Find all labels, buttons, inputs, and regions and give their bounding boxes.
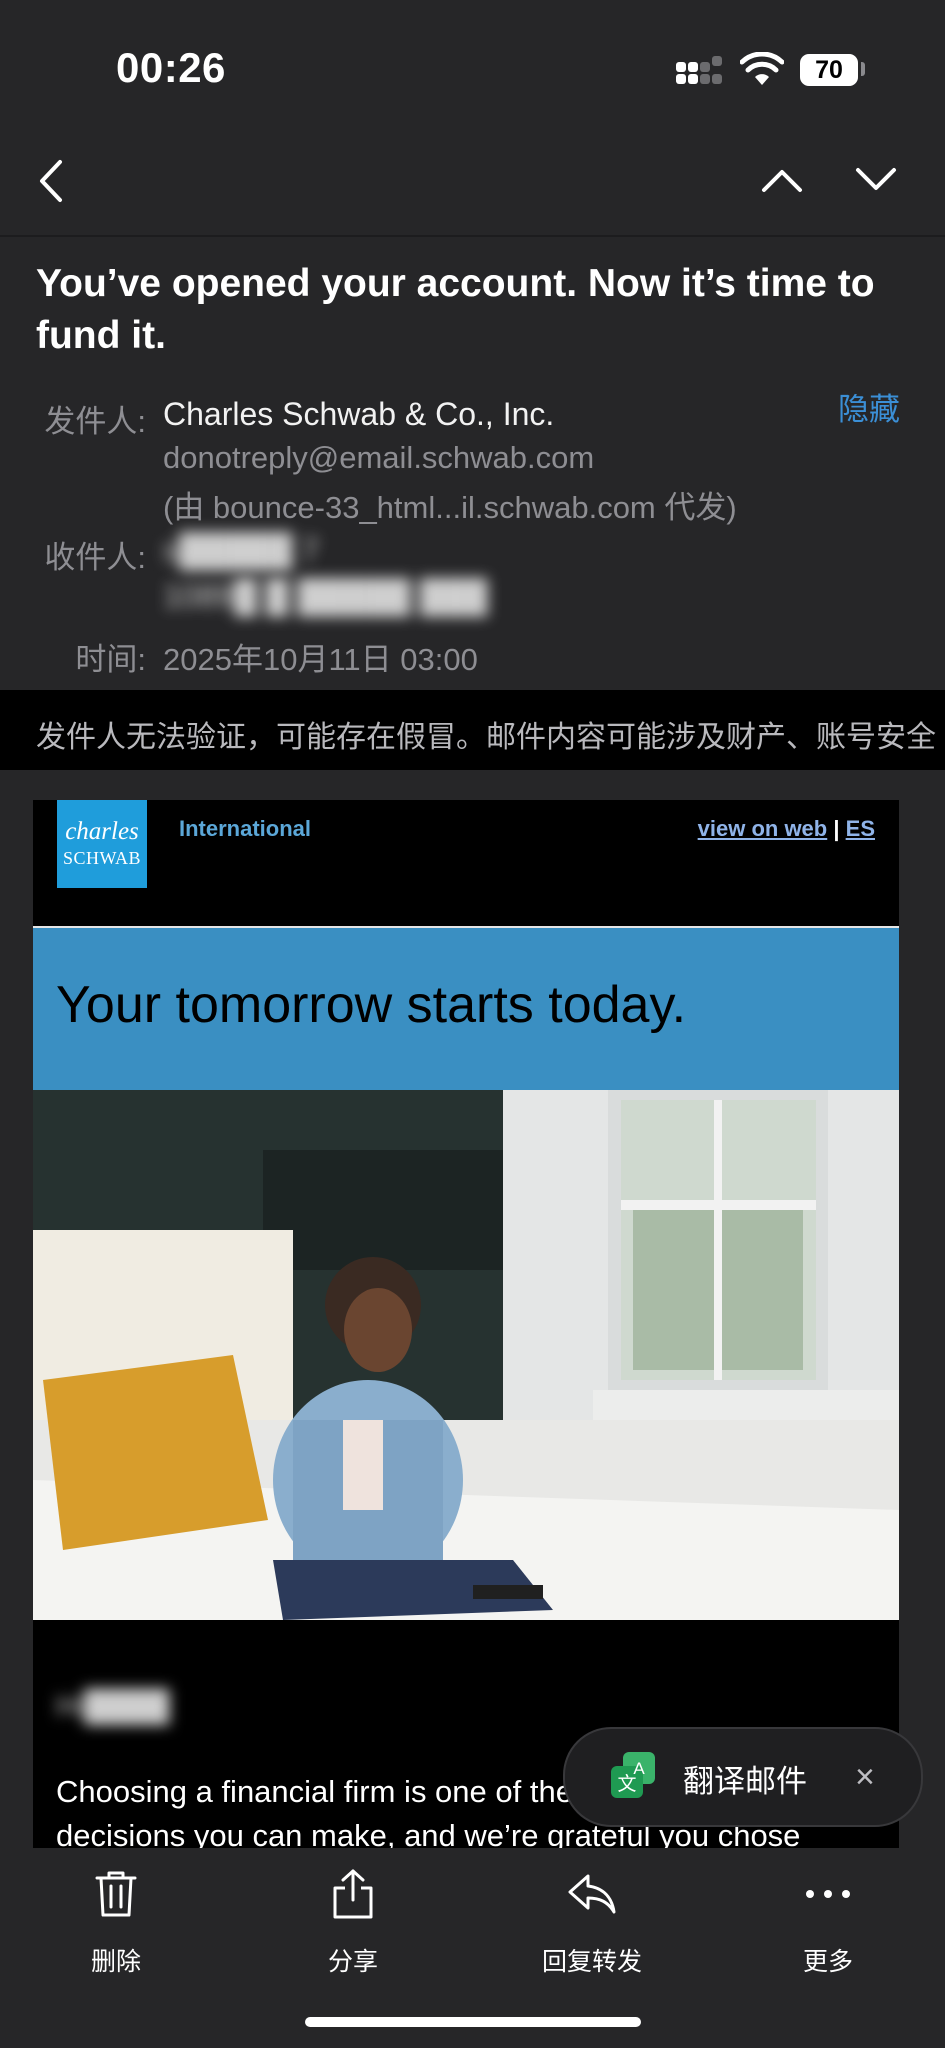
status-time: 00:26	[116, 44, 226, 91]
to-label: 收件人:	[44, 540, 146, 575]
home-indicator[interactable]	[305, 2017, 641, 2027]
delete-button[interactable]: 删除	[56, 1866, 176, 1978]
reply-icon	[568, 1874, 616, 1914]
sender-email[interactable]: donotreply@email.schwab.com	[163, 440, 594, 476]
from-label: 发件人:	[44, 404, 146, 439]
sender-name[interactable]: Charles Schwab & Co., Inc.	[163, 396, 554, 433]
trash-icon	[95, 1871, 137, 1917]
hero-photo-woman-on-bed	[33, 1090, 899, 1620]
recipient-line-1[interactable]: s█████ 7	[163, 532, 319, 569]
translate-icon: A 文	[611, 1752, 655, 1798]
share-icon	[333, 1869, 373, 1919]
previous-mail-chevron-up-icon[interactable]	[760, 166, 804, 194]
sent-time: 2025年10月11日 03:00	[163, 642, 478, 677]
wifi-icon	[740, 52, 784, 85]
hide-details-link[interactable]: 隐藏	[838, 384, 900, 429]
link-separator: |	[833, 816, 840, 841]
email-body: charles SCHWAB International view on web…	[33, 800, 899, 1850]
translate-close-icon[interactable]: ×	[855, 1758, 875, 1797]
view-on-web-link[interactable]: view on web	[698, 816, 828, 841]
back-chevron-icon[interactable]	[36, 158, 66, 204]
more-button[interactable]: 更多	[768, 1866, 888, 1978]
header-divider	[0, 235, 945, 237]
svg-text:文: 文	[617, 1773, 636, 1795]
email-top-links: view on web | ES	[698, 816, 875, 842]
mail-subject: You’ve opened your account. Now it’s tim…	[36, 262, 875, 357]
battery-level: 70	[800, 54, 858, 86]
logo-line-charles: charles	[65, 818, 139, 845]
spanish-link[interactable]: ES	[846, 816, 875, 841]
share-button[interactable]: 分享	[293, 1866, 413, 1978]
translate-mail-label[interactable]: 翻译邮件	[683, 1756, 807, 1801]
delete-label: 删除	[90, 1948, 141, 1976]
next-mail-chevron-down-icon[interactable]	[854, 166, 898, 194]
time-label: 时间:	[75, 642, 146, 677]
share-label: 分享	[327, 1948, 378, 1976]
recipient-line-2[interactable]: 1089█ █ █████ ███	[163, 578, 488, 615]
region-label: International	[179, 816, 312, 841]
reply-forward-label: 回复转发	[541, 1948, 642, 1976]
sender-via: (由 bounce-33_html...il.schwab.com 代发)	[163, 490, 737, 525]
schwab-logo[interactable]: charles SCHWAB	[57, 800, 147, 888]
more-label: 更多	[802, 1948, 853, 1976]
greeting: Hi████	[56, 1690, 170, 1723]
logo-line-schwab: SCHWAB	[62, 848, 141, 868]
spoof-warning-text: 发件人无法验证，可能存在假冒。邮件内容可能涉及财产、账号安全	[36, 721, 936, 754]
cellular-signal-icon	[676, 54, 724, 88]
reply-forward-button[interactable]: 回复转发	[530, 1866, 654, 1978]
more-dots-icon	[806, 1890, 850, 1898]
battery-cap	[861, 62, 865, 76]
hero-headline: Your tomorrow starts today.	[56, 976, 687, 1034]
